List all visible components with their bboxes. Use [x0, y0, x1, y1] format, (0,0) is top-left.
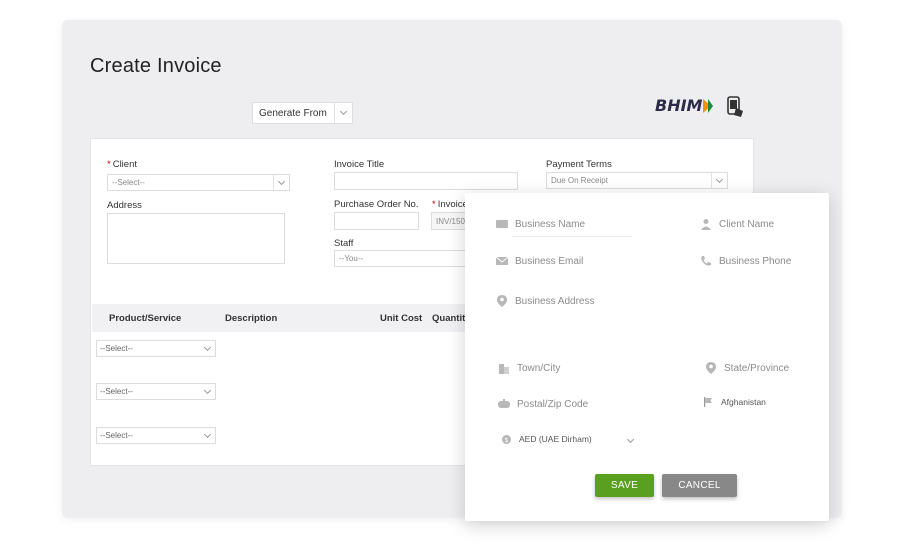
payment-terms-label: Payment Terms [546, 159, 612, 170]
chevron-down-icon [199, 384, 215, 399]
mailbox-icon [498, 398, 510, 410]
page-title: Create Invoice [90, 55, 222, 77]
chevron-down-icon [199, 341, 215, 356]
save-button[interactable]: SAVE [595, 474, 654, 497]
location-pin-icon [496, 295, 508, 307]
country-select[interactable]: Afghanistan [702, 396, 766, 408]
phone-icon [700, 255, 712, 267]
town-city-field[interactable]: Town/City [498, 362, 560, 374]
svg-text:$: $ [504, 437, 508, 444]
business-phone-field[interactable]: Business Phone [700, 255, 791, 267]
staff-select[interactable]: --You-- [334, 250, 471, 267]
cancel-button[interactable]: CANCEL [662, 474, 737, 497]
purchase-order-label: Purchase Order No. [334, 199, 419, 210]
client-select[interactable]: --Select-- [107, 174, 290, 191]
business-address-field[interactable]: Business Address [496, 295, 595, 307]
business-email-field[interactable]: Business Email [496, 255, 583, 267]
invoice-no-label: * Invoice [432, 199, 468, 210]
currency-icon: $ [500, 433, 512, 445]
generate-from-label: Generate From [259, 107, 327, 119]
product-select-row-1[interactable]: --Select-- [96, 340, 216, 357]
col-quantity: Quantit [432, 313, 466, 324]
chevron-down-icon [334, 103, 352, 123]
generate-from-select[interactable]: Generate From [252, 102, 353, 124]
col-product-service: Product/Service [109, 313, 182, 324]
client-name-field[interactable]: Client Name [700, 218, 774, 230]
person-icon [700, 218, 712, 230]
address-textarea[interactable] [107, 213, 285, 264]
chevron-down-icon [273, 175, 289, 190]
state-province-field[interactable]: State/Province [705, 362, 789, 374]
bhim-logo-text: BHIM [655, 96, 703, 115]
stage: Create Invoice Generate From BHIM * Clien… [0, 0, 903, 550]
invoice-title-input[interactable] [334, 172, 518, 190]
col-description: Description [225, 313, 278, 324]
bhim-logo: BHIM [655, 96, 714, 115]
payment-terms-select[interactable]: Due On Receipt [546, 172, 728, 189]
flag-icon [702, 396, 714, 408]
building-icon [498, 362, 510, 374]
product-select-row-3[interactable]: --Select-- [96, 427, 216, 444]
location-pin-icon [705, 362, 717, 374]
phone-payment-icon[interactable] [724, 96, 746, 118]
chevron-down-icon [199, 428, 215, 443]
email-icon [496, 255, 508, 267]
postal-zip-field[interactable]: Postal/Zip Code [498, 398, 588, 410]
invoice-title-label: Invoice Title [334, 159, 385, 170]
chevron-down-icon [711, 173, 727, 188]
purchase-order-input[interactable] [334, 212, 419, 230]
client-details-modal [465, 193, 829, 521]
business-name-field[interactable]: Business Name [496, 218, 585, 230]
staff-label: Staff [334, 238, 354, 249]
business-card-icon [496, 218, 508, 230]
address-label: Address [107, 200, 142, 211]
product-select-row-2[interactable]: --Select-- [96, 383, 216, 400]
currency-select[interactable]: $ AED (UAE Dirham) [500, 433, 634, 445]
chevron-down-icon [626, 434, 634, 444]
col-unit-cost: Unit Cost [380, 313, 423, 324]
client-label: * Client [107, 159, 137, 170]
